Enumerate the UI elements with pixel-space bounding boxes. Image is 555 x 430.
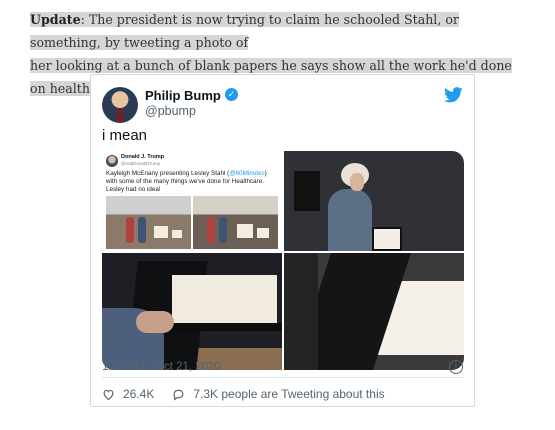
photo-hand-holding-book[interactable] — [102, 253, 282, 370]
embedded-photo — [106, 196, 191, 249]
author-handle[interactable]: @pbump — [145, 104, 196, 118]
twitter-bird-icon[interactable] — [444, 87, 463, 103]
embedded-tweet-screenshot[interactable]: Donald J. Trump @realDonaldTrump Kayleig… — [102, 151, 284, 251]
tweet-media-grid[interactable]: Donald J. Trump @realDonaldTrump Kayleig… — [102, 151, 464, 370]
embedded-author-name: Donald J. Trump — [121, 154, 165, 160]
update-label: Update — [30, 12, 81, 27]
author-avatar[interactable] — [102, 87, 138, 123]
photo-blank-book-closeup[interactable] — [284, 253, 464, 370]
tweet-actions: 26.4K 7.3K people are Tweeting about thi… — [102, 387, 385, 401]
embedded-avatar — [106, 155, 118, 167]
article-line-1: : The president is now trying to claim h… — [30, 12, 459, 50]
info-icon[interactable]: i — [449, 360, 463, 374]
embedded-tweet-card[interactable]: Philip Bump ✓ @pbump i mean Donald J. Tr… — [90, 74, 475, 407]
photo-stahl-at-table[interactable] — [284, 151, 464, 251]
embedded-photo — [193, 196, 278, 249]
reply-icon[interactable] — [172, 388, 185, 401]
heart-icon[interactable] — [102, 388, 115, 401]
embedded-mention: @60Minutes — [229, 170, 265, 177]
verified-badge-icon: ✓ — [225, 88, 238, 101]
author-name[interactable]: Philip Bump — [145, 88, 221, 103]
embedded-author-handle: @realDonaldTrump — [121, 161, 161, 166]
tweet-text: i mean — [102, 127, 148, 144]
embedded-tweet-text: Kayleigh McEnany presenting Lesley Stahl… — [106, 170, 267, 193]
like-count[interactable]: 26.4K — [123, 387, 154, 401]
tweeting-about-link[interactable]: 7.3K people are Tweeting about this — [193, 387, 384, 401]
divider — [102, 377, 463, 378]
embedded-photos — [106, 196, 278, 249]
tweet-timestamp[interactable]: 1:22 PM · Oct 21, 2020 — [102, 361, 221, 373]
